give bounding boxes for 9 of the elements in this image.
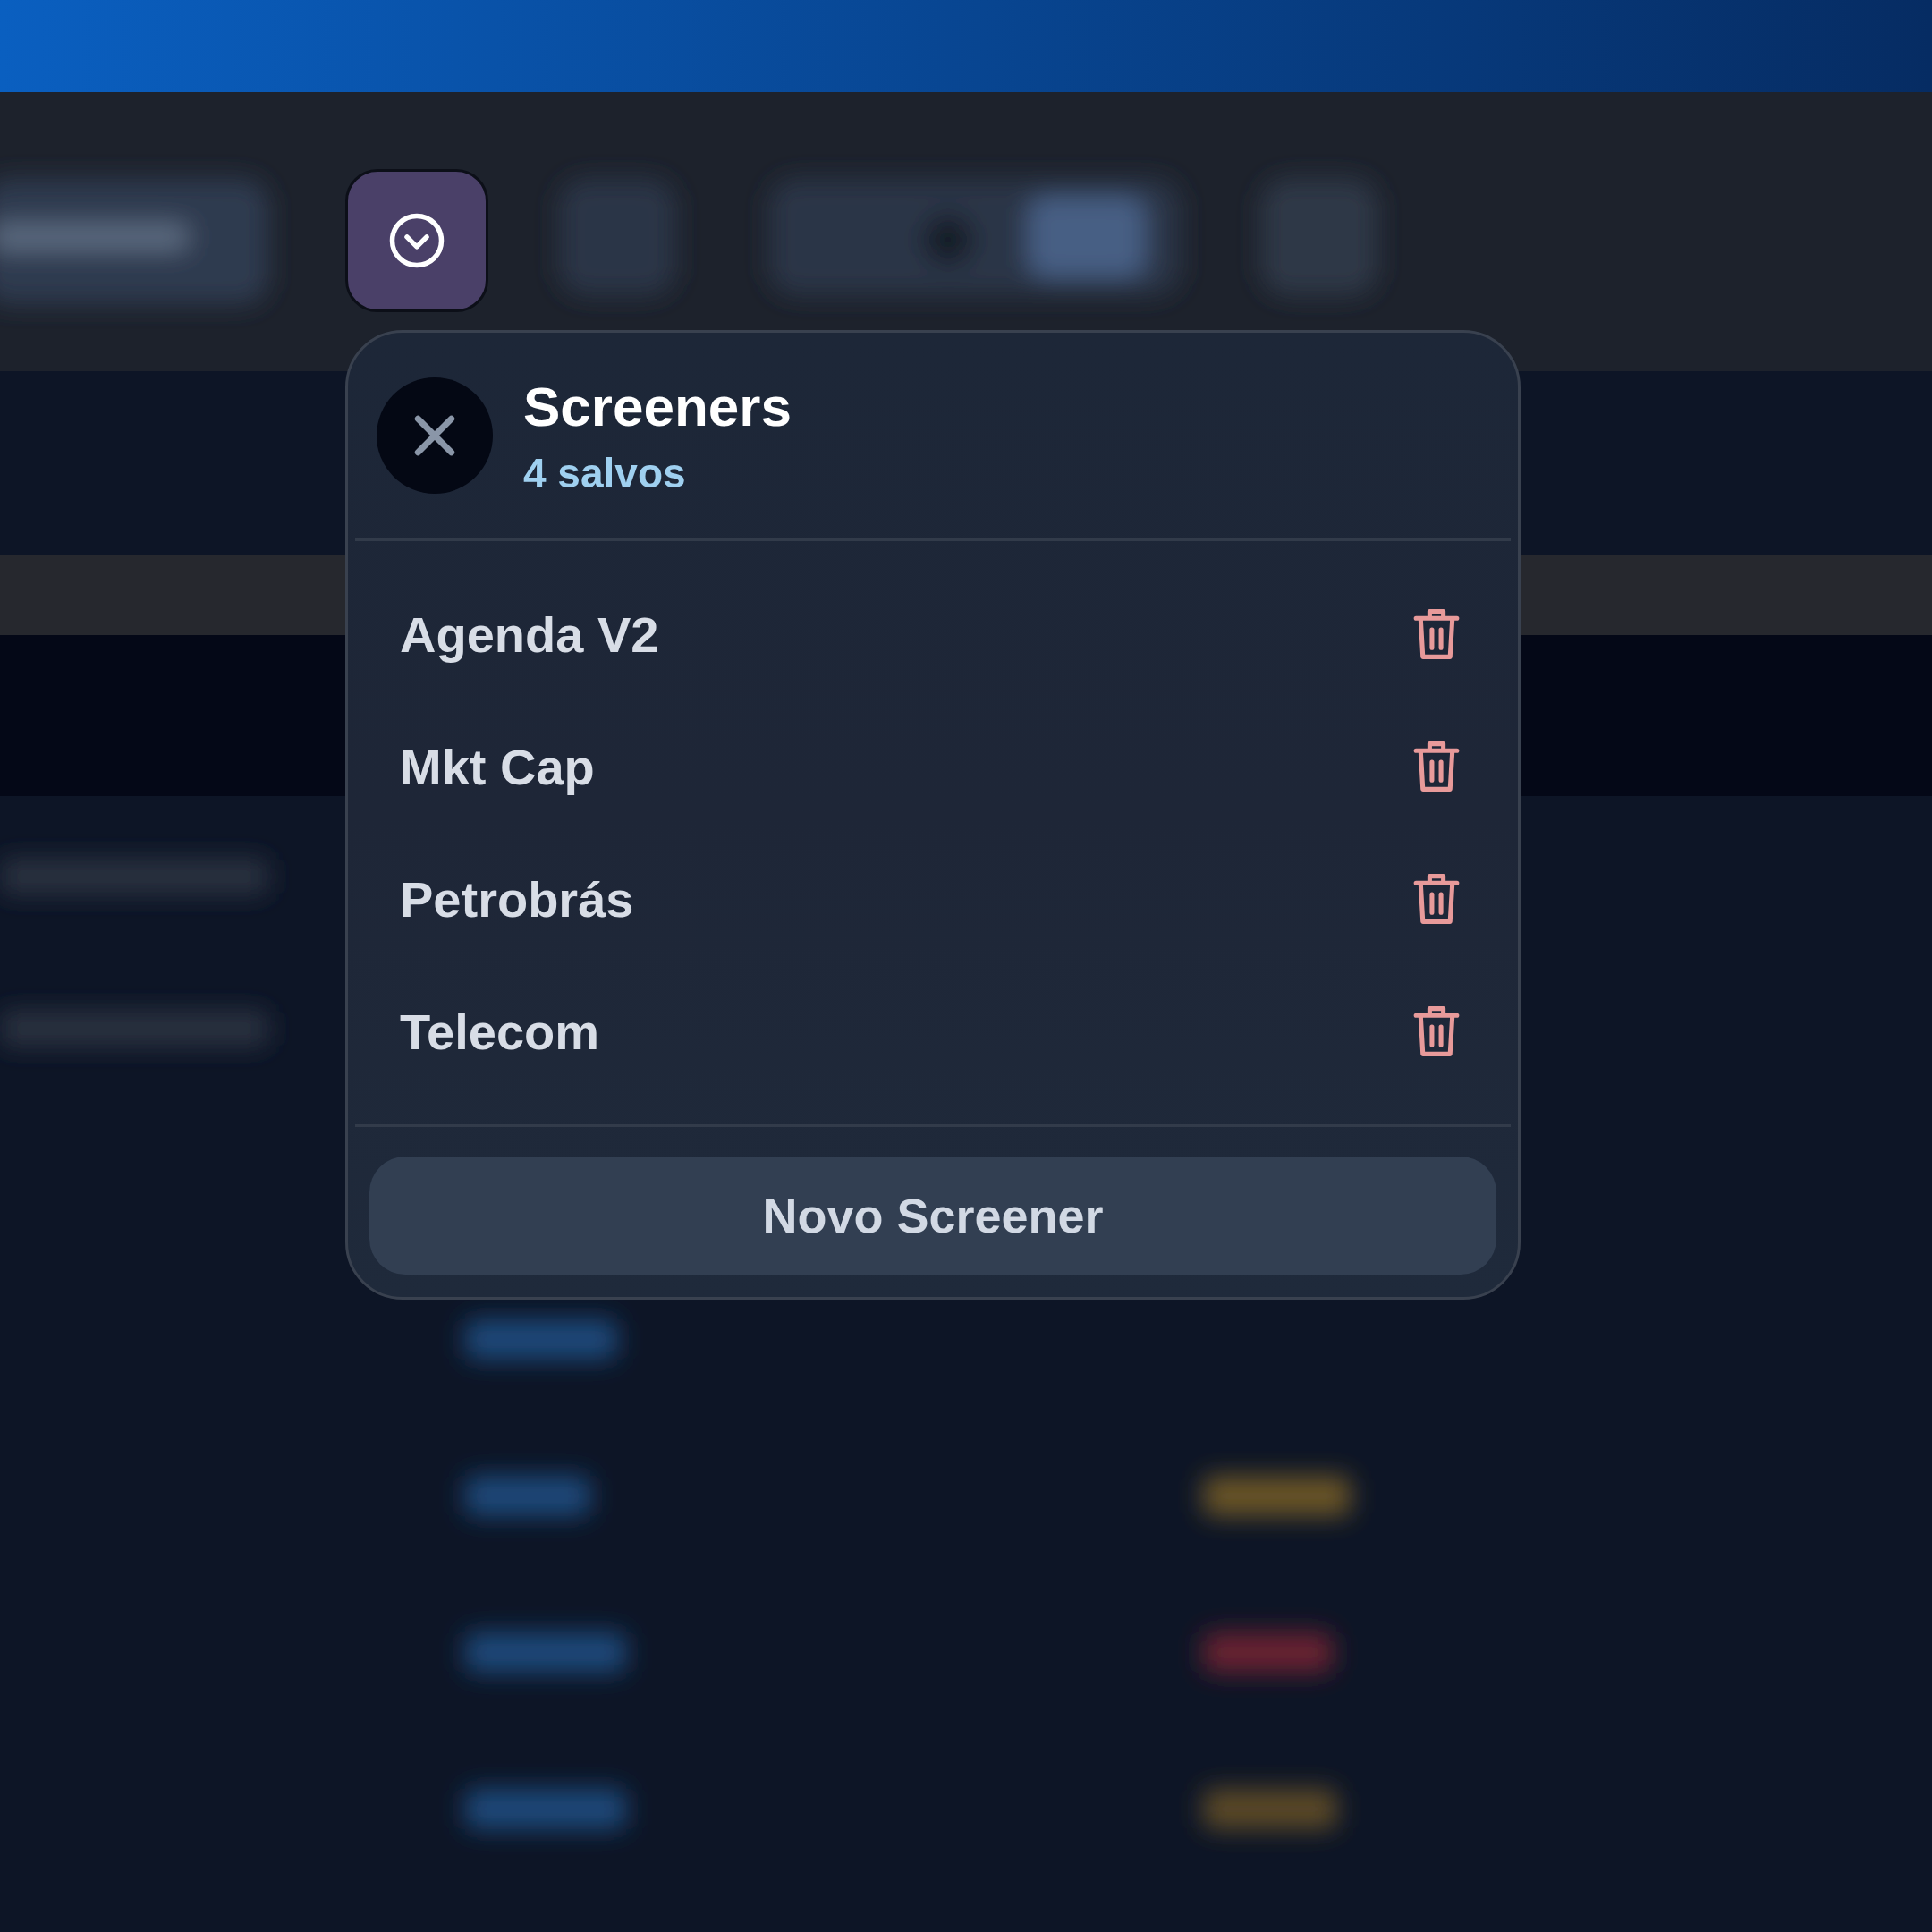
popover-title: Screeners <box>523 374 792 438</box>
dropdown-button[interactable] <box>345 169 488 312</box>
screener-item[interactable]: Telecom <box>400 1002 600 1061</box>
screener-item[interactable]: Petrobrás <box>400 869 634 928</box>
screener-item[interactable]: Agenda V2 <box>400 605 659 664</box>
saved-count: 4 salvos <box>523 448 687 497</box>
chevron-down-icon <box>387 211 446 270</box>
screener-item[interactable]: Mkt Cap <box>400 737 595 796</box>
new-screener-button[interactable]: Novo Screener <box>369 1157 1496 1275</box>
